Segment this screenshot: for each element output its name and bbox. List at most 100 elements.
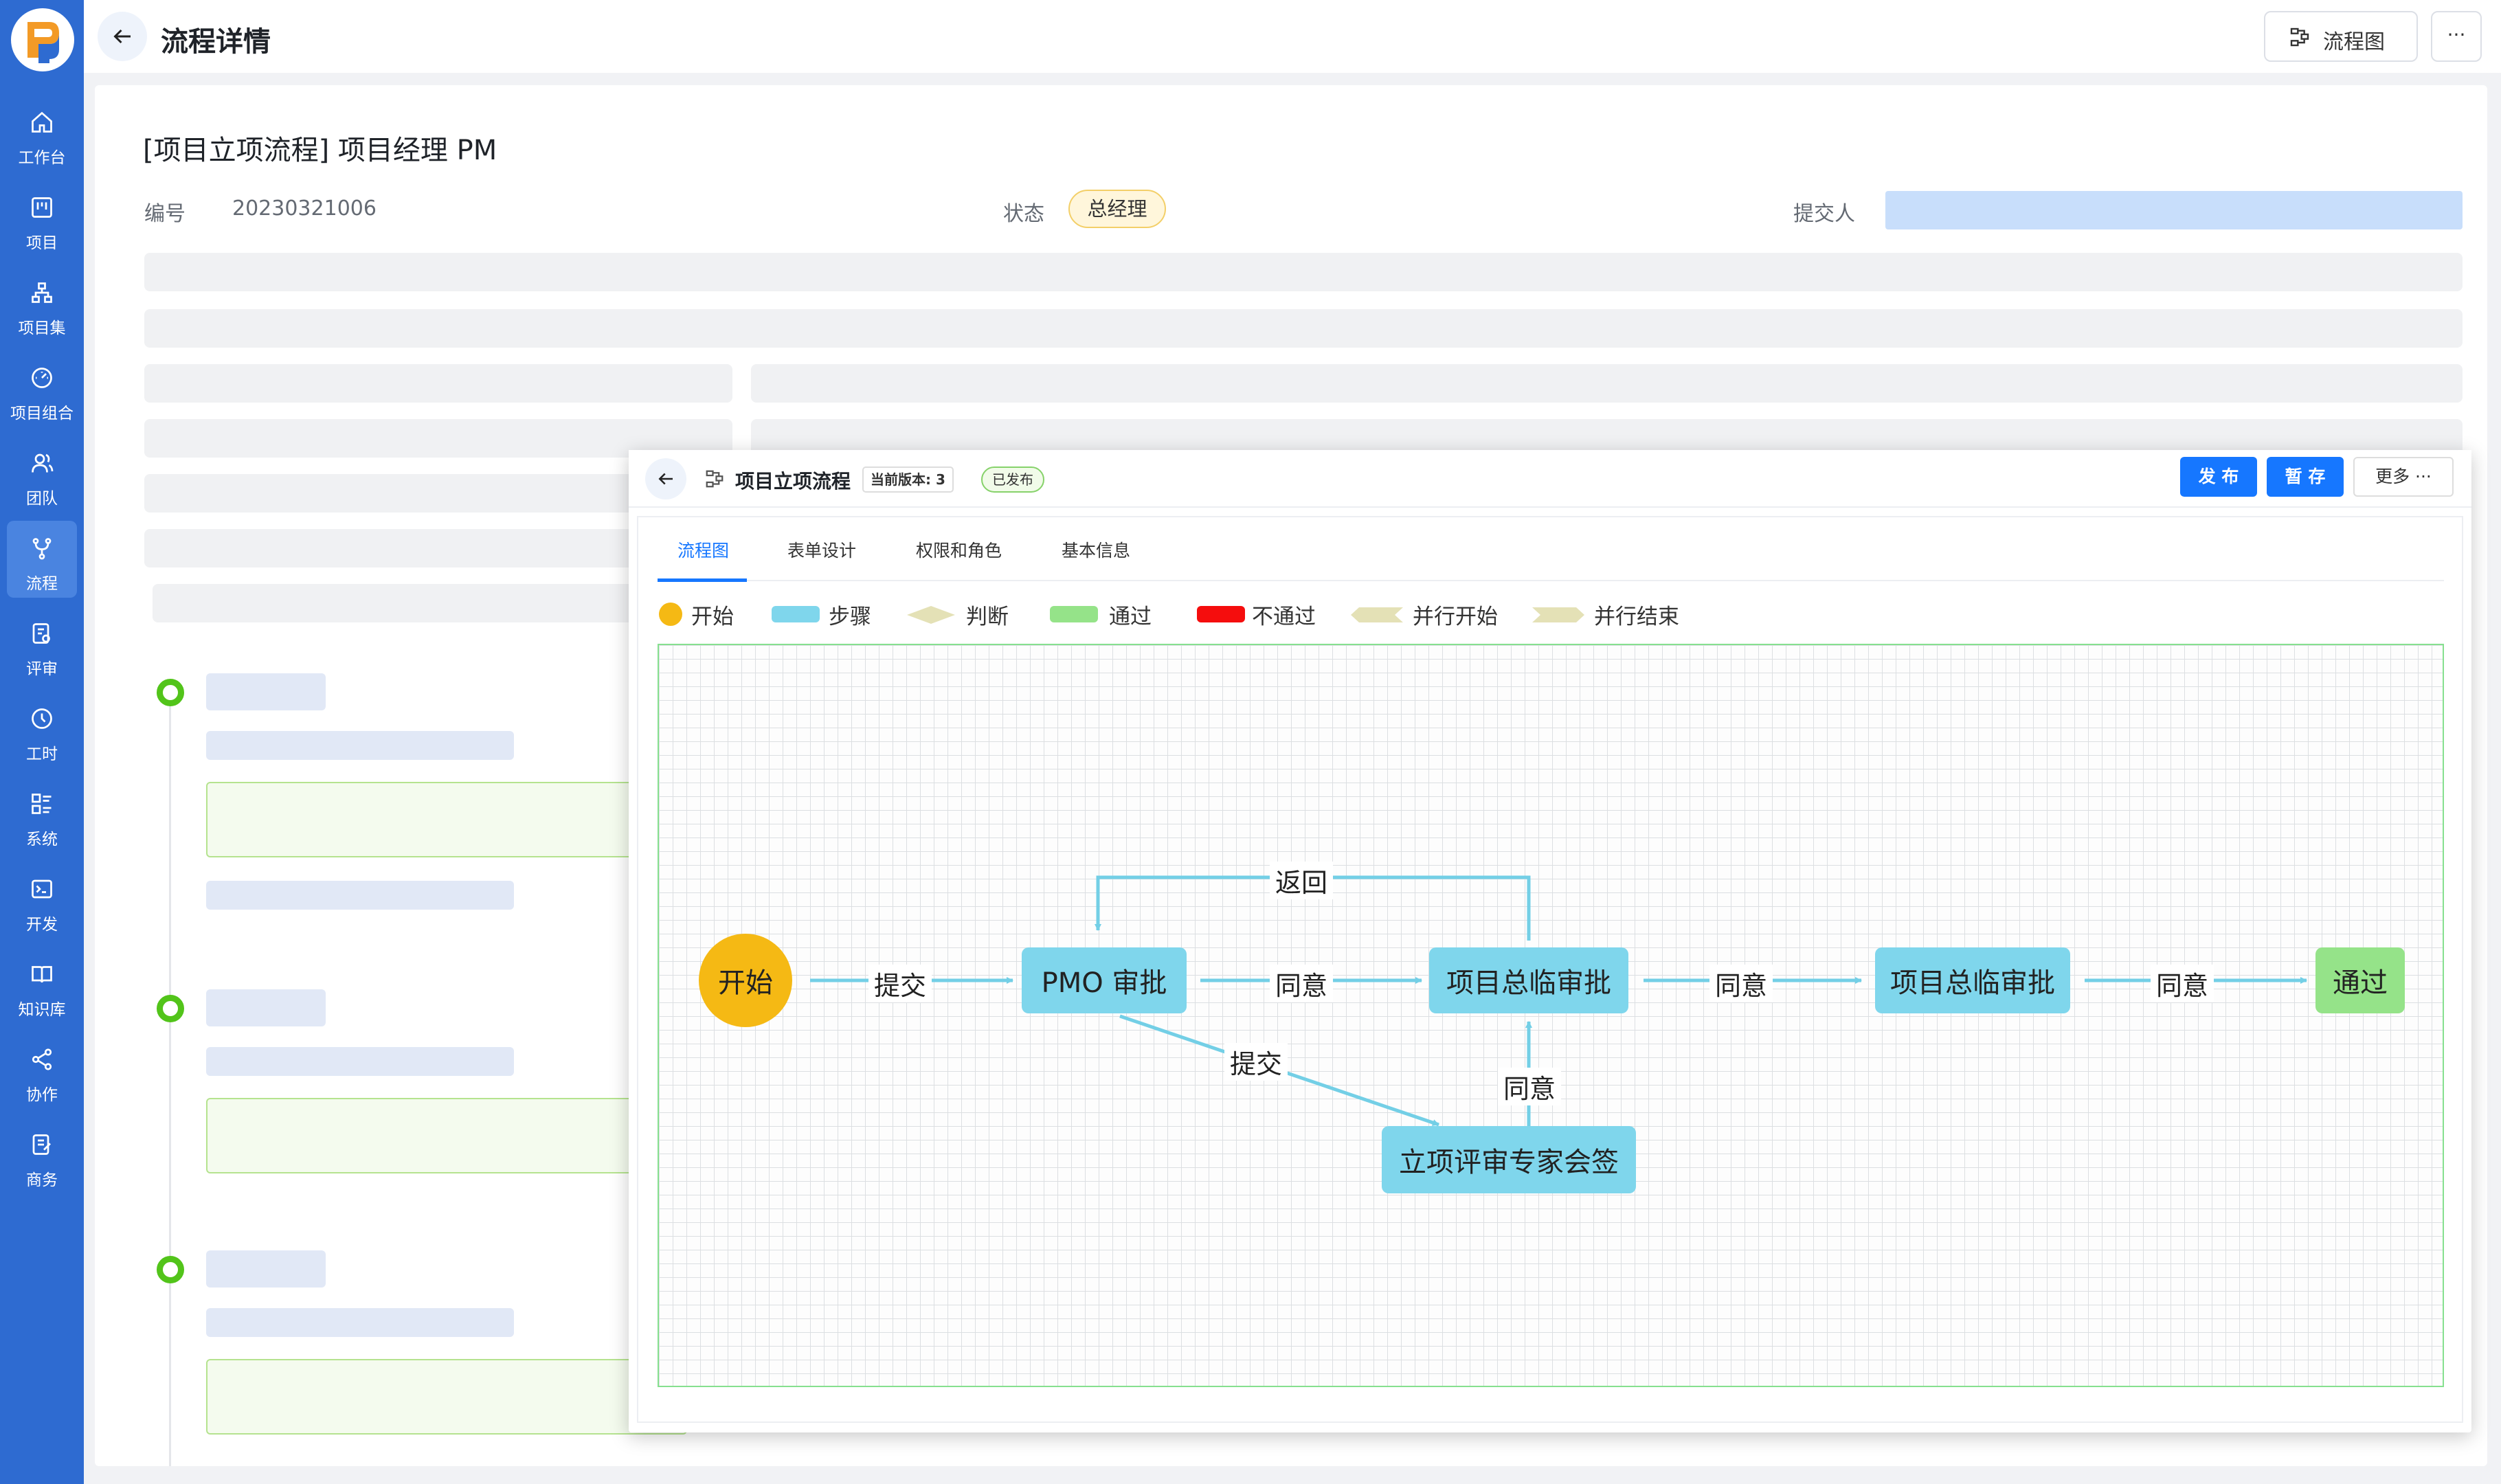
sidebar-item-label: 评审 bbox=[26, 660, 58, 678]
timeline-comment bbox=[206, 1359, 687, 1435]
save-draft-button[interactable]: 暂 存 bbox=[2267, 457, 2344, 497]
node-pmo-approval[interactable]: PMO 审批 bbox=[1022, 947, 1187, 1013]
timeline-comment bbox=[206, 782, 687, 857]
logo-icon bbox=[27, 22, 59, 63]
tab-basic-info[interactable]: 基本信息 bbox=[1062, 537, 1130, 562]
tab-flowchart[interactable]: 流程图 bbox=[677, 537, 729, 562]
legend-reject-swatch bbox=[1197, 606, 1245, 622]
board-icon bbox=[32, 197, 52, 218]
placeholder-row bbox=[751, 364, 2463, 403]
modal-back-button[interactable] bbox=[645, 458, 686, 499]
legend-parallel-end-label: 并行结束 bbox=[1594, 605, 1679, 629]
sidebar-item-label: 开发 bbox=[26, 916, 58, 934]
more-button[interactable]: ··· bbox=[2431, 11, 2482, 62]
terminal-icon bbox=[32, 879, 52, 899]
sidebar-item-collab[interactable]: 协作 bbox=[7, 1032, 77, 1109]
timeline-placeholder bbox=[206, 1250, 326, 1288]
node-pm-review-2[interactable]: 项目总临审批 bbox=[1875, 947, 2070, 1013]
modal-more-button[interactable]: 更多 ··· bbox=[2353, 457, 2454, 497]
sidebar-item-label: 知识库 bbox=[18, 1001, 66, 1019]
timeline-dot bbox=[157, 679, 184, 706]
sidebar-item-project[interactable]: 项目 bbox=[7, 180, 77, 257]
sidebar-item-label: 协作 bbox=[26, 1086, 58, 1104]
sidebar-item-label: 工时 bbox=[26, 745, 58, 763]
legend-pass-label: 通过 bbox=[1109, 605, 1152, 629]
node-expert-sign[interactable]: 立项评审专家会签 bbox=[1382, 1126, 1636, 1193]
home-icon bbox=[32, 111, 52, 133]
legend-decision-swatch bbox=[907, 606, 955, 624]
review-icon bbox=[32, 623, 50, 644]
sidebar-item-review[interactable]: 评审 bbox=[7, 606, 77, 683]
sidebar-item-workbench[interactable]: 工作台 bbox=[7, 95, 77, 172]
timeline-placeholder bbox=[206, 881, 514, 910]
legend-step-label: 步骤 bbox=[829, 605, 871, 629]
tab-active-indicator bbox=[658, 578, 747, 582]
sidebar-item-system[interactable]: 系统 bbox=[7, 776, 77, 853]
page-title: 流程详情 bbox=[161, 26, 271, 58]
timeline-dot bbox=[157, 995, 184, 1022]
sidebar-item-portfolio[interactable]: 项目组合 bbox=[7, 350, 77, 427]
placeholder-row bbox=[144, 364, 732, 403]
sidebar-item-dev[interactable]: 开发 bbox=[7, 862, 77, 938]
sidebar-item-label: 系统 bbox=[26, 831, 58, 848]
tab-divider bbox=[658, 580, 2444, 581]
sidebar-item-business[interactable]: 商务 bbox=[7, 1117, 77, 1194]
app-logo[interactable] bbox=[11, 8, 74, 71]
sidebar-item-label: 项目 bbox=[26, 234, 58, 252]
edge-label-submit: 提交 bbox=[1224, 1043, 1288, 1081]
contract-icon bbox=[32, 1134, 51, 1155]
sidebar-item-program[interactable]: 项目集 bbox=[7, 265, 77, 342]
number-label: 编号 bbox=[144, 202, 186, 226]
modal-header: 项目立项流程 当前版本: 3 已发布 发 布 暂 存 更多 ··· bbox=[629, 450, 2471, 508]
timeline-line bbox=[169, 694, 171, 1466]
sidebar-item-knowledge[interactable]: 知识库 bbox=[7, 947, 77, 1024]
sidebar-item-team[interactable]: 团队 bbox=[7, 436, 77, 513]
publish-button[interactable]: 发 布 bbox=[2180, 457, 2257, 497]
flowchart-button-label: 流程图 bbox=[2323, 30, 2385, 54]
sidebar: 工作台 项目 项目集 项目组合 团队 流程 评审 工时 系统 开发 知识库 协作… bbox=[0, 0, 84, 1484]
sidebar-item-timesheet[interactable]: 工时 bbox=[7, 691, 77, 768]
legend-step-swatch bbox=[772, 606, 820, 622]
modal-title: 项目立项流程 bbox=[735, 470, 851, 493]
version-tag: 当前版本: 3 bbox=[862, 466, 954, 493]
legend-start-swatch bbox=[659, 603, 682, 626]
submitter-value bbox=[1885, 191, 2463, 229]
node-start[interactable]: 开始 bbox=[699, 934, 792, 1027]
status-label: 状态 bbox=[1003, 202, 1044, 226]
flowchart-button[interactable]: 流程图 bbox=[2264, 11, 2418, 62]
detail-title: [项目立项流程] 项目经理 PM bbox=[143, 135, 497, 166]
top-bar bbox=[84, 0, 2501, 73]
timeline-placeholder bbox=[206, 731, 514, 760]
arrow-left-icon bbox=[113, 29, 131, 44]
sidebar-item-label: 工作台 bbox=[18, 149, 66, 167]
sidebar-item-label: 项目组合 bbox=[10, 405, 74, 423]
node-pass[interactable]: 通过 bbox=[2315, 947, 2405, 1013]
tab-form-design[interactable]: 表单设计 bbox=[787, 537, 856, 562]
dashboard-icon bbox=[32, 368, 52, 388]
legend-parallel-start-swatch bbox=[1351, 607, 1403, 622]
legend-parallel-end-swatch bbox=[1532, 607, 1584, 622]
legend-pass-swatch bbox=[1050, 606, 1098, 622]
timeline-placeholder bbox=[206, 673, 326, 710]
node-pm-review-1[interactable]: 项目总临审批 bbox=[1429, 947, 1628, 1013]
branch-icon bbox=[32, 538, 52, 560]
share-icon bbox=[32, 1048, 52, 1070]
sidebar-item-process[interactable]: 流程 bbox=[7, 521, 77, 598]
published-badge: 已发布 bbox=[981, 466, 1044, 493]
tab-permissions[interactable]: 权限和角色 bbox=[916, 537, 1002, 562]
timeline-placeholder bbox=[206, 1308, 514, 1337]
timeline-placeholder bbox=[206, 989, 326, 1026]
placeholder-row bbox=[144, 309, 2463, 348]
timeline-comment bbox=[206, 1098, 687, 1173]
back-button[interactable] bbox=[98, 12, 147, 61]
status-badge: 总经理 bbox=[1068, 190, 1166, 228]
edge-label-agree: 同意 bbox=[1498, 1068, 1562, 1105]
flowchart-icon bbox=[706, 470, 724, 488]
sidebar-item-label: 项目集 bbox=[18, 319, 66, 337]
timeline-dot bbox=[157, 1256, 184, 1283]
flowchart-icon bbox=[2290, 27, 2309, 47]
edge-label-agree: 同意 bbox=[1709, 965, 1773, 1002]
team-icon bbox=[32, 453, 54, 473]
flow-edges bbox=[810, 875, 2307, 1127]
edge-label-agree: 同意 bbox=[1270, 965, 1334, 1002]
